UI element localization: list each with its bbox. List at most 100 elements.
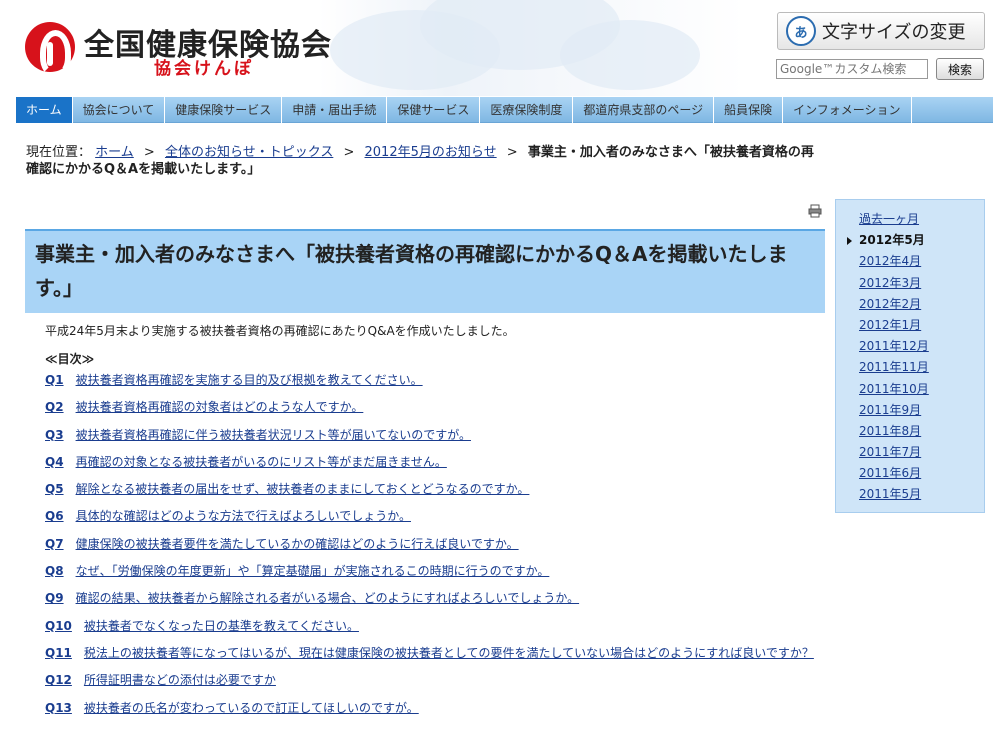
list-item: Q8 なぜ、「労働保険の年度更新」や「算定基礎届」が実施されるこの時期に行うのです…	[45, 563, 825, 579]
qa-link-q2[interactable]: Q2 被扶養者資格再確認の対象者はどのような人ですか。	[45, 400, 363, 414]
qa-question: 健康保険の被扶養者要件を満たしているかの確認はどのように行えば良いですか。	[75, 536, 519, 551]
font-size-change-button[interactable]: あ 文字サイズの変更	[777, 12, 985, 50]
nav-item-about[interactable]: 協会について	[73, 97, 166, 123]
sidebar-link[interactable]: 2011年11月	[859, 360, 929, 374]
breadcrumb-link-home[interactable]: ホーム	[95, 145, 134, 160]
sidebar-link[interactable]: 過去一ヶ月	[859, 212, 919, 226]
qa-link-q7[interactable]: Q7 健康保険の被扶養者要件を満たしているかの確認はどのように行えば良いですか。	[45, 537, 519, 551]
list-item: Q12 所得証明書などの添付は必要ですか	[45, 672, 825, 688]
qa-number: Q1	[45, 373, 64, 387]
qa-number: Q8	[45, 564, 64, 579]
breadcrumb-link-topics[interactable]: 全体のお知らせ・トピックス	[165, 145, 333, 160]
qa-link-q10[interactable]: Q10 被扶養者でなくなった日の基準を教えてください。	[45, 619, 359, 633]
qa-question: 確認の結果、被扶養者から解除される者がいる場合、どのようにすればよろしいでしょう…	[75, 591, 580, 606]
nav-item-information[interactable]: インフォメーション	[783, 97, 912, 123]
sidebar-item-2011-05: 2011年5月	[836, 484, 984, 505]
sidebar-item-2011-11: 2011年11月	[836, 357, 984, 378]
qa-question: 再確認の対象となる被扶養者がいるのにリスト等がまだ届きません。	[75, 454, 447, 469]
qa-question: 被扶養者資格再確認を実施する目的及び根拠を教えてください。	[75, 373, 423, 387]
font-size-icon: あ	[786, 16, 816, 46]
qa-number: Q9	[45, 591, 64, 606]
qa-number: Q7	[45, 536, 64, 551]
font-size-button-label: 文字サイズの変更	[822, 22, 966, 43]
qa-number: Q12	[45, 673, 72, 688]
qa-number: Q2	[45, 400, 64, 415]
nav-item-health-insurance-services[interactable]: 健康保険サービス	[165, 97, 283, 123]
search-button[interactable]: 検索	[936, 58, 984, 80]
sidebar-item-past-month: 過去一ヶ月	[836, 209, 984, 230]
sidebar-link[interactable]: 2012年4月	[859, 254, 921, 268]
qa-number: Q4	[45, 454, 64, 469]
qa-link-q9[interactable]: Q9 確認の結果、被扶養者から解除される者がいる場合、どのようにすればよろしいでし…	[45, 591, 579, 605]
breadcrumb-separator: >	[506, 145, 518, 160]
nav-item-applications[interactable]: 申請・届出手続	[282, 97, 388, 123]
breadcrumb-separator: >	[143, 145, 155, 160]
qa-link-q3[interactable]: Q3 被扶養者資格再確認に伴う被扶養者状況リスト等が届いてないのですが。	[45, 428, 471, 442]
qa-question: なぜ、「労働保険の年度更新」や「算定基礎届」が実施されるこの時期に行うのですか。	[75, 564, 550, 579]
nav-item-prefecture-branches[interactable]: 都道府県支部のページ	[573, 97, 715, 123]
qa-question: 解除となる被扶養者の届出をせず、被扶養者のままにしておくとどうなるのですか。	[75, 482, 530, 497]
sidebar-item-2011-08: 2011年8月	[836, 421, 984, 442]
breadcrumb: 現在位置： ホーム > 全体のお知らせ・トピックス > 2012年5月のお知らせ…	[26, 144, 816, 178]
qa-number: Q13	[45, 700, 72, 715]
sidebar-link[interactable]: 2012年1月	[859, 318, 921, 332]
sidebar-link[interactable]: 2011年7月	[859, 445, 921, 459]
org-sub-name: 協会けんぽ	[154, 59, 254, 79]
breadcrumb-prefix: 現在位置：	[26, 145, 92, 160]
breadcrumb-link-month[interactable]: 2012年5月のお知らせ	[365, 145, 497, 160]
print-icon[interactable]	[808, 204, 822, 218]
nav-item-seamen-insurance[interactable]: 船員保険	[714, 97, 784, 123]
nav-item-health-services[interactable]: 保健サービス	[387, 97, 481, 123]
list-item: Q7 健康保険の被扶養者要件を満たしているかの確認はどのように行えば良いですか。	[45, 536, 825, 552]
sidebar-link[interactable]: 2012年3月	[859, 276, 921, 290]
search-input[interactable]	[776, 59, 928, 79]
sidebar-item-2012-02: 2012年2月	[836, 294, 984, 315]
sidebar-link[interactable]: 2012年2月	[859, 297, 921, 311]
sidebar-item-2012-03: 2012年3月	[836, 273, 984, 294]
qa-question: 税法上の被扶養者等になってはいるが、現在は健康保険の被扶養者としての要件を満たし…	[83, 645, 814, 660]
qa-question: 具体的な確認はどのような方法で行えばよろしいでしょうか。	[75, 509, 411, 524]
nav-item-home[interactable]: ホーム	[16, 97, 73, 123]
qa-question: 被扶養者資格再確認の対象者はどのような人ですか。	[75, 400, 364, 415]
qa-question: 被扶養者の氏名が変わっているので訂正してほしいのですが。	[83, 700, 419, 715]
page-title: 事業主・加入者のみなさまへ「被扶養者資格の再確認にかかるQ＆Aを掲載いたします。…	[35, 242, 788, 300]
sidebar-link[interactable]: 2011年10月	[859, 382, 929, 396]
qa-question: 被扶養者資格再確認に伴う被扶養者状況リスト等が届いてないのですが。	[75, 427, 471, 442]
sidebar-link[interactable]: 2011年9月	[859, 403, 921, 417]
archive-sidebar: 過去一ヶ月 2012年5月 2012年4月 2012年3月 2012年2月 20…	[835, 199, 985, 513]
qa-link-q6[interactable]: Q6 具体的な確認はどのような方法で行えばよろしいでしょうか。	[45, 509, 411, 523]
list-item: Q13 被扶養者の氏名が変わっているので訂正してほしいのですが。	[45, 700, 825, 716]
sidebar-item-2012-01: 2012年1月	[836, 315, 984, 336]
qa-question: 所得証明書などの添付は必要ですか	[83, 673, 276, 688]
breadcrumb-separator: >	[343, 145, 355, 160]
sidebar-item-2012-04: 2012年4月	[836, 251, 984, 272]
qa-number: Q11	[45, 645, 72, 660]
qa-number: Q10	[45, 618, 72, 633]
sidebar-link[interactable]: 2011年5月	[859, 487, 921, 501]
qa-link-q12[interactable]: Q12 所得証明書などの添付は必要ですか	[45, 673, 276, 687]
nav-item-medical-insurance-system[interactable]: 医療保険制度	[480, 97, 574, 123]
qa-link-q13[interactable]: Q13 被扶養者の氏名が変わっているので訂正してほしいのですが。	[45, 701, 419, 715]
sidebar-item-2011-07: 2011年7月	[836, 442, 984, 463]
qa-number: Q3	[45, 427, 64, 442]
qa-link-q11[interactable]: Q11 税法上の被扶養者等になってはいるが、現在は健康保険の被扶養者としての要件を…	[45, 646, 814, 660]
sidebar-link[interactable]: 2011年6月	[859, 466, 921, 480]
qa-link-q5[interactable]: Q5 解除となる被扶養者の届出をせず、被扶養者のままにしておくとどうなるのですか。	[45, 482, 529, 496]
qa-link-q4[interactable]: Q4 再確認の対象となる被扶養者がいるのにリスト等がまだ届きません。	[45, 455, 447, 469]
list-item: Q4 再確認の対象となる被扶養者がいるのにリスト等がまだ届きません。	[45, 454, 825, 470]
sidebar-item-2011-09: 2011年9月	[836, 400, 984, 421]
site-header: 全国健康保険協会 協会けんぽ あ 文字サイズの変更 検索	[0, 0, 994, 96]
qa-number: Q6	[45, 509, 64, 524]
list-item: Q3 被扶養者資格再確認に伴う被扶養者状況リスト等が届いてないのですが。	[45, 427, 825, 443]
sidebar-item-2012-05: 2012年5月	[836, 230, 984, 251]
qa-link-q8[interactable]: Q8 なぜ、「労働保険の年度更新」や「算定基礎届」が実施されるこの時期に行うのです…	[45, 564, 549, 578]
sidebar-link[interactable]: 2011年8月	[859, 424, 921, 438]
sidebar-item-2011-06: 2011年6月	[836, 463, 984, 484]
header-cloud-decoration	[560, 20, 700, 90]
qa-link-q1[interactable]: Q1 被扶養者資格再確認を実施する目的及び根拠を教えてください。	[45, 373, 423, 387]
kyokai-logo-icon[interactable]	[25, 22, 75, 76]
list-item: Q6 具体的な確認はどのような方法で行えばよろしいでしょうか。	[45, 508, 825, 524]
sidebar-link[interactable]: 2011年12月	[859, 339, 929, 353]
list-item: Q11 税法上の被扶養者等になってはいるが、現在は健康保険の被扶養者としての要件を…	[45, 645, 825, 661]
list-item: Q2 被扶養者資格再確認の対象者はどのような人ですか。	[45, 399, 825, 415]
